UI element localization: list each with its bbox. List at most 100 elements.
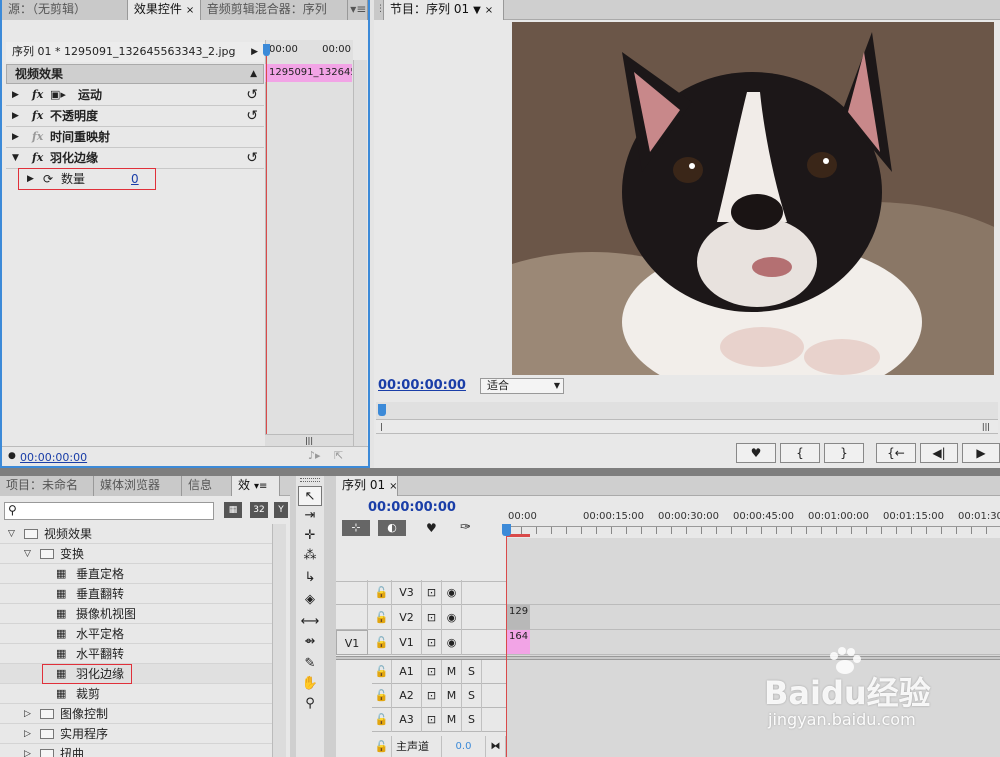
tab-audio-mixer[interactable]: 音频剪辑混合器：序列 [200,0,349,20]
param-value[interactable]: 0 [131,169,139,189]
search-input[interactable] [21,504,209,518]
slide-tool-icon[interactable]: ⇴ [298,632,322,652]
eye-icon[interactable]: ◉ [442,630,462,655]
audio-render-icon[interactable]: ♪▸ [308,449,321,462]
timeline-clip[interactable]: 164 [506,630,530,654]
tree-folder[interactable]: ▽ 视频效果 [0,524,272,544]
snap-toggle[interactable]: ⊹ [342,520,370,536]
expand-arrow-icon[interactable]: ▶ [12,106,19,126]
tab-sequence[interactable]: 序列 01 × [336,476,398,496]
video-track-header[interactable]: 🔓 V2 ⊡ ◉ [336,605,506,630]
track-select-tool-icon[interactable]: ⇥ [298,506,322,526]
tree-folder[interactable]: ▷ 实用程序 [0,724,272,744]
film-icon[interactable]: ⊡ [422,605,442,630]
solo-button[interactable]: S [462,660,482,684]
video-track-lane[interactable]: 129 [506,605,1000,630]
yuv-effects-icon[interactable]: Y [274,502,288,518]
tree-effect-item[interactable]: ▦ 羽化边缘 [0,664,272,684]
video-track-header[interactable]: 🔓 V3 ⊡ ◉ [336,580,506,605]
solo-button[interactable]: S [462,708,482,732]
lock-icon[interactable]: 🔓 [372,605,392,630]
eye-icon[interactable]: ◉ [442,605,462,630]
zoom-tool-icon[interactable]: ⚲ [298,694,322,714]
source-patch[interactable] [336,605,368,630]
track-name[interactable]: V3 [392,580,422,605]
effect-row-feather-edges[interactable]: ▼ fx 羽化边缘 ↺ [6,148,264,169]
expand-arrow-icon[interactable]: ▶ [27,169,34,189]
tree-folder[interactable]: ▷ 扭曲 [0,744,272,757]
mark-in-button[interactable]: { [780,443,820,463]
effect-hscroll[interactable]: ||| [265,434,353,446]
tab-media-browser[interactable]: 媒体浏览器 [94,476,182,496]
expand-arrow-icon[interactable]: ▶ [12,85,19,105]
audio-track-header[interactable]: 🔓 A1 ⊡ M S [372,660,506,684]
audio-track-header[interactable]: 🔓 A3 ⊡ M S [372,708,506,732]
film-icon[interactable]: ⊡ [422,684,442,708]
export-icon[interactable]: ⇱ [334,449,343,462]
close-icon[interactable]: × [485,5,493,16]
effect-row-time-remap[interactable]: ▶ fx 时间重映射 [6,127,264,148]
lock-icon[interactable]: 🔓 [372,660,392,684]
close-icon[interactable]: × [389,481,397,492]
reset-icon[interactable]: ↺ [246,148,258,168]
playhead-marker-icon[interactable] [378,404,386,416]
scroll-grip[interactable]: ||| [982,420,990,434]
collapse-arrow-icon[interactable]: ▼ [12,148,19,168]
tree-effect-item[interactable]: ▦ 摄像机视图 [0,604,272,624]
tab-effects[interactable]: 效 ▾≡ [232,476,280,496]
rolling-edit-tool-icon[interactable]: ⁂ [298,546,322,566]
razor-tool-icon[interactable]: ◈ [298,590,322,610]
fx-badge-icon[interactable]: fx [32,148,43,168]
expand-arrow-icon[interactable]: ▶ [12,127,19,147]
scroll-handle-left[interactable]: | [380,420,383,434]
reset-icon[interactable]: ↺ [246,106,258,126]
program-scrubber[interactable] [376,402,998,420]
effect-clip-bar[interactable]: 1295091_132645 [265,64,352,82]
film-icon[interactable]: ⊡ [422,660,442,684]
settings-wrench-icon[interactable]: ✑ [460,520,471,535]
pen-tool-icon[interactable]: ✎ [298,654,322,674]
fx-badge-icon[interactable]: fx [32,106,43,126]
fx-badge-icon[interactable]: fx [32,85,43,105]
film-icon[interactable]: ⊡ [422,580,442,605]
track-name[interactable]: V1 [392,630,422,655]
rate-stretch-tool-icon[interactable]: ↳ [298,568,322,588]
panel-menu-icon[interactable]: ▾≡ [348,0,368,20]
tree-effect-item[interactable]: ▦ 水平翻转 [0,644,272,664]
effect-timeline-area[interactable] [265,40,353,446]
go-to-in-button[interactable]: {← [876,443,916,463]
effect-vscroll[interactable] [353,60,367,446]
tree-effect-item[interactable]: ▦ 裁剪 [0,684,272,704]
master-keyframe-icon[interactable]: ⧓ [486,736,506,757]
close-icon[interactable]: × [186,5,194,16]
expand-triangle-icon[interactable]: ▷ [24,744,31,757]
step-back-button[interactable]: ◀| [920,443,958,463]
track-name[interactable]: V2 [392,605,422,630]
tree-effect-item[interactable]: ▦ 水平定格 [0,624,272,644]
ripple-edit-tool-icon[interactable]: ✛ [298,526,322,546]
mute-button[interactable]: M [442,708,462,732]
source-patch[interactable] [336,580,368,605]
tab-effect-controls[interactable]: 效果控件 × [127,0,201,20]
stopwatch-icon[interactable]: ⟳ [43,169,53,189]
solo-button[interactable]: S [462,684,482,708]
tree-effect-item[interactable]: ▦ 垂直定格 [0,564,272,584]
playhead-marker-icon[interactable] [502,524,511,536]
film-icon[interactable]: ⊡ [422,630,442,655]
video-track-lane[interactable] [506,580,1000,605]
tab-info[interactable]: 信息 [182,476,232,496]
play-small-icon[interactable]: ▶ [251,42,258,62]
tab-program[interactable]: 节目：序列 01 ▼ × [384,0,504,20]
effect-row-opacity[interactable]: ▶ fx 不透明度 ↺ [6,106,264,127]
program-video-frame[interactable] [512,22,994,375]
tree-vscroll[interactable] [272,524,286,757]
source-patch[interactable]: V1 [336,630,368,655]
reset-icon[interactable]: ↺ [246,85,258,105]
master-volume[interactable]: 0.0 [442,736,486,757]
accelerated-effects-icon[interactable]: ▦ [224,502,242,518]
audio-track-header[interactable]: 🔓 A2 ⊡ M S [372,684,506,708]
timeline-clip[interactable]: 129 [506,605,530,629]
menu-icon[interactable]: ▾≡ [254,481,267,492]
effect-timecode[interactable]: 00:00:00:00 [20,451,87,464]
lock-icon[interactable]: 🔓 [372,580,392,605]
